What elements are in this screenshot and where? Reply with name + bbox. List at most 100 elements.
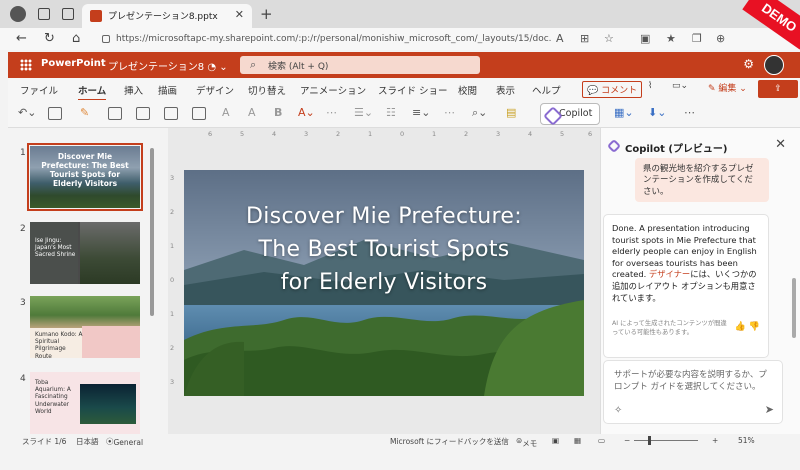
- align-icon[interactable]: ≡⌄: [412, 106, 430, 119]
- copilot-button[interactable]: Copilot: [540, 103, 600, 125]
- tab-home[interactable]: ホーム: [78, 83, 107, 101]
- send-icon[interactable]: ➤: [765, 403, 774, 416]
- workspaces-icon[interactable]: [38, 8, 50, 20]
- share-button[interactable]: ⇪: [758, 80, 798, 98]
- paste-icon[interactable]: [48, 107, 62, 120]
- slide-thumbnail-2[interactable]: Ise Jingu: Japan's Most Sacred Shrine: [30, 222, 140, 284]
- notes-button[interactable]: ⊜ メモ: [516, 436, 537, 448]
- zoom-level[interactable]: 51%: [738, 436, 755, 445]
- slide-thumbnail-4[interactable]: Toba Aquarium: A Fascinating Underwater …: [30, 372, 140, 434]
- format-painter-icon[interactable]: ✎: [80, 106, 89, 119]
- vertical-ruler: 3 2 1 0 1 2 3: [168, 158, 178, 398]
- slide-title[interactable]: Discover Mie Prefecture: The Best Touris…: [184, 200, 584, 299]
- more-paragraph-icon[interactable]: ⋯: [444, 106, 455, 119]
- ruler-tick: 5: [560, 130, 565, 138]
- copilot-scrollbar[interactable]: [792, 278, 796, 338]
- bullets-icon[interactable]: ☰⌄: [354, 106, 373, 119]
- settings-gear-icon[interactable]: ⚙: [743, 57, 754, 71]
- ribbon-toolbar: ↶⌄ ✎ A A B A⌄ ⋯ ☰⌄ ☷ ≡⌄ ⋯ ⌕⌄ ▤ Copilot ▦…: [8, 100, 800, 128]
- thumbs-up-icon[interactable]: 👍: [735, 321, 746, 334]
- tab-slideshow[interactable]: スライド ショー: [378, 83, 448, 97]
- designer-link[interactable]: デザイナー: [649, 269, 690, 279]
- split-screen-icon[interactable]: ▣: [640, 32, 650, 45]
- search-icon: ⌕: [250, 58, 257, 71]
- thumbnail-image: [30, 296, 140, 328]
- tab-draw[interactable]: 描画: [158, 83, 177, 97]
- slide-thumbnail-1[interactable]: Discover Mie Prefecture: The Best Touris…: [27, 143, 143, 211]
- tab-file[interactable]: ファイル: [20, 83, 58, 97]
- read-aloud-icon[interactable]: A: [556, 32, 564, 45]
- feedback-link[interactable]: Microsoft にフィードバックを送信: [390, 436, 509, 447]
- language-indicator[interactable]: 日本語: [76, 436, 99, 447]
- zoom-slider[interactable]: [634, 440, 698, 441]
- new-tab-button[interactable]: +: [260, 5, 273, 23]
- thumbs-down-icon[interactable]: 👎: [749, 321, 760, 334]
- refresh-icon[interactable]: ↻: [44, 31, 55, 46]
- close-icon[interactable]: ✕: [775, 137, 786, 152]
- sensitivity-icon[interactable]: ⬇⌄: [648, 106, 666, 119]
- tab-review[interactable]: 校閲: [458, 83, 477, 97]
- zoom-in-button[interactable]: +: [712, 436, 718, 445]
- sorter-view-icon[interactable]: ▦: [574, 436, 581, 445]
- find-icon[interactable]: ⌕⌄: [472, 106, 487, 120]
- app-launcher-icon[interactable]: [20, 59, 32, 71]
- tab-transitions[interactable]: 切り替え: [248, 83, 286, 97]
- bold-icon[interactable]: B: [274, 106, 282, 119]
- font-color-icon[interactable]: A⌄: [298, 106, 315, 119]
- font-size-down-icon[interactable]: A: [248, 106, 256, 119]
- zoom-slider-thumb[interactable]: [648, 436, 651, 445]
- thumbnails-scrollbar[interactable]: [150, 148, 154, 316]
- tab-title: プレゼンテーション8.pptx: [108, 12, 218, 22]
- back-icon[interactable]: ←: [16, 31, 27, 46]
- tab-actions-icon[interactable]: [62, 8, 74, 20]
- slide-number: 3: [20, 298, 26, 308]
- copilot-prompt-input[interactable]: サポートが必要な内容を説明するか、プロンプト ガイドを選択してください。 ✧ ➤: [603, 360, 783, 424]
- profile-avatar[interactable]: [10, 6, 26, 22]
- edit-mode-button[interactable]: ✎ 編集 ⌄: [708, 81, 747, 94]
- extensions-icon[interactable]: ⊕: [716, 32, 725, 45]
- catch-up-icon[interactable]: ⌇: [648, 81, 652, 91]
- url-field[interactable]: https://microsoftapc-my.sharepoint.com/:…: [102, 31, 552, 47]
- sensitivity-label[interactable]: ⦿ General: [106, 436, 143, 447]
- reset-icon[interactable]: [192, 107, 206, 120]
- section-icon[interactable]: [164, 107, 178, 120]
- designer-icon[interactable]: ▤: [506, 106, 516, 119]
- numbering-icon[interactable]: ☷: [386, 106, 396, 119]
- ruler-tick: 2: [336, 130, 341, 138]
- thumbnail-accent: [82, 326, 140, 358]
- tab-animations[interactable]: アニメーション: [300, 83, 366, 97]
- prompt-guide-icon[interactable]: ✧: [614, 405, 622, 416]
- more-font-icon[interactable]: ⋯: [326, 106, 337, 119]
- zoom-out-button[interactable]: −: [624, 436, 630, 445]
- tab-insert[interactable]: 挿入: [124, 83, 143, 97]
- tab-close-icon[interactable]: ✕: [235, 8, 244, 21]
- new-slide-icon[interactable]: [108, 107, 122, 120]
- reading-view-icon[interactable]: ▭: [598, 436, 605, 445]
- file-name[interactable]: プレゼンテーション8 ◔ ⌄: [108, 58, 228, 73]
- present-icon[interactable]: ▭⌄: [672, 81, 688, 91]
- collections-icon[interactable]: ⊞: [580, 32, 589, 45]
- font-size-up-icon[interactable]: A: [222, 106, 230, 119]
- more-options-icon[interactable]: ⋯: [684, 106, 695, 119]
- comment-button[interactable]: 💬 コメント: [582, 81, 643, 98]
- ruler-tick: 1: [432, 130, 437, 138]
- layout-icon[interactable]: [136, 107, 150, 120]
- slide-thumbnail-3[interactable]: Kumano Kodo: A Spiritual Pilgrimage Rout…: [30, 296, 140, 358]
- browser-tab[interactable]: プレゼンテーション8.pptx ✕: [82, 4, 252, 28]
- tab-view[interactable]: 表示: [496, 83, 515, 97]
- favorites-icon[interactable]: ★: [666, 32, 676, 45]
- tab-design[interactable]: デザイン: [196, 83, 234, 97]
- normal-view-icon[interactable]: ▣: [552, 436, 559, 445]
- copilot-icon: [606, 138, 622, 154]
- tab-help[interactable]: ヘルプ: [532, 83, 561, 97]
- shapes-icon[interactable]: ▦⌄: [614, 106, 634, 119]
- ruler-tick: 3: [496, 130, 501, 138]
- search-box[interactable]: ⌕ 検索 (Alt + Q): [240, 56, 480, 74]
- undo-icon[interactable]: ↶⌄: [18, 106, 36, 119]
- favorite-icon[interactable]: ☆: [604, 32, 614, 45]
- collections-list-icon[interactable]: ❐: [692, 32, 702, 45]
- user-avatar[interactable]: [764, 55, 784, 75]
- ruler-tick: 4: [272, 130, 277, 138]
- home-icon[interactable]: ⌂: [72, 31, 80, 46]
- current-slide[interactable]: Discover Mie Prefecture: The Best Touris…: [184, 170, 584, 396]
